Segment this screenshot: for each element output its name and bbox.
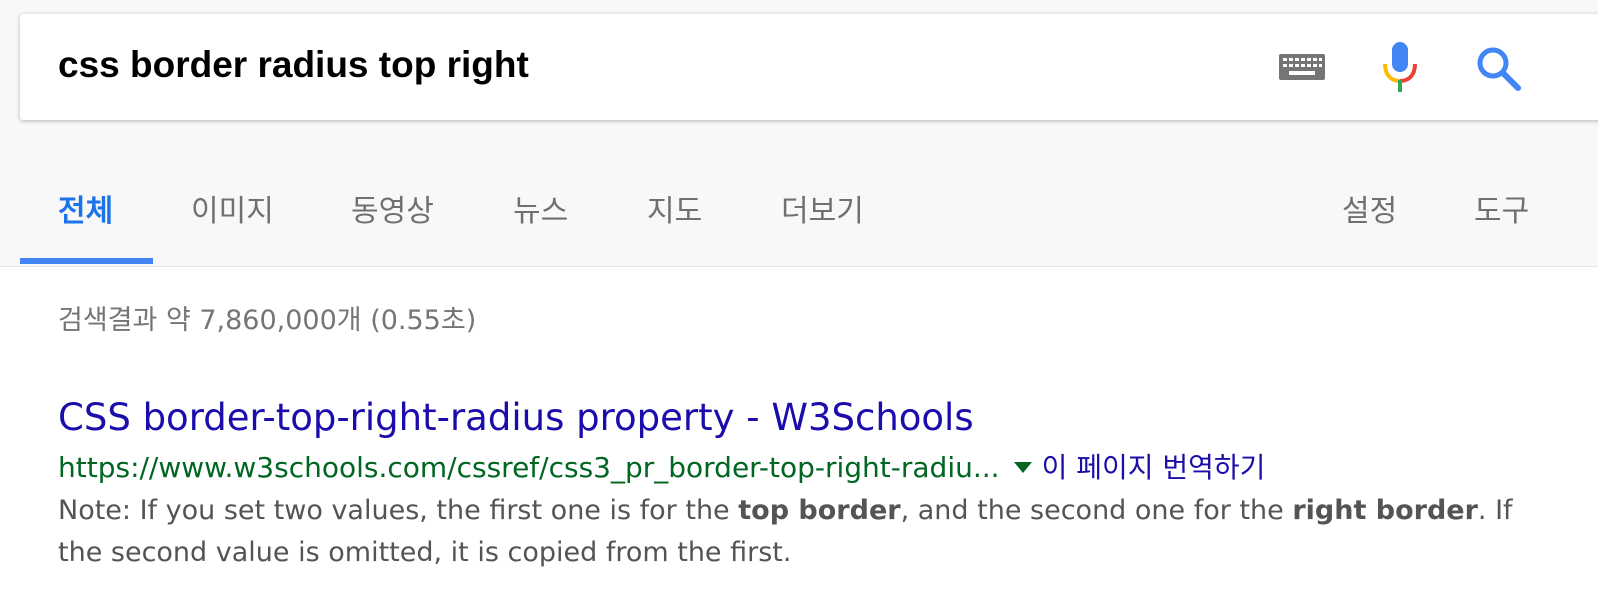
- result-title-link[interactable]: CSS border-top-right-radius property - W…: [58, 392, 1528, 444]
- tab-all[interactable]: 전체: [58, 186, 113, 230]
- result-url-line: https://www.w3schools.com/cssref/css3_pr…: [58, 448, 1528, 488]
- snippet-text-2: , and the second one for the: [900, 495, 1293, 526]
- header-area: css border radius top right 전체 이미지 동영상 뉴…: [0, 0, 1598, 266]
- tab-images[interactable]: 이미지: [191, 186, 274, 230]
- url-dropdown-caret-icon[interactable]: [1013, 462, 1032, 473]
- tab-news[interactable]: 뉴스: [513, 186, 568, 230]
- tab-maps[interactable]: 지도: [647, 186, 702, 230]
- snippet-text-1: Note: If you set two values, the first o…: [58, 495, 739, 526]
- keyboard-icon[interactable]: [1278, 52, 1326, 82]
- result-url[interactable]: https://www.w3schools.com/cssref/css3_pr…: [58, 451, 1000, 484]
- snippet-bold-right-border: right border: [1292, 495, 1478, 526]
- tab-more[interactable]: 더보기: [781, 186, 864, 230]
- search-icon[interactable]: [1474, 44, 1522, 92]
- search-tabs: 전체 이미지 동영상 뉴스 지도 더보기 설정 도구: [0, 160, 1598, 266]
- tab-videos[interactable]: 동영상: [351, 186, 434, 230]
- search-box[interactable]: css border radius top right: [20, 14, 1598, 120]
- result-snippet: Note: If you set two values, the first o…: [58, 490, 1528, 574]
- search-result: CSS border-top-right-radius property - W…: [58, 392, 1528, 574]
- result-stats: 검색결과 약 7,860,000개 (0.55초): [58, 305, 477, 336]
- translate-page-link[interactable]: 이 페이지 번역하기: [1042, 451, 1266, 484]
- search-input[interactable]: css border radius top right: [58, 44, 529, 86]
- snippet-bold-top-border: top border: [738, 495, 901, 526]
- microphone-icon[interactable]: [1380, 40, 1420, 94]
- active-tab-indicator: [20, 258, 153, 264]
- tabs-divider: [0, 266, 1598, 267]
- tab-tools[interactable]: 도구: [1474, 186, 1529, 230]
- tab-settings[interactable]: 설정: [1342, 186, 1397, 230]
